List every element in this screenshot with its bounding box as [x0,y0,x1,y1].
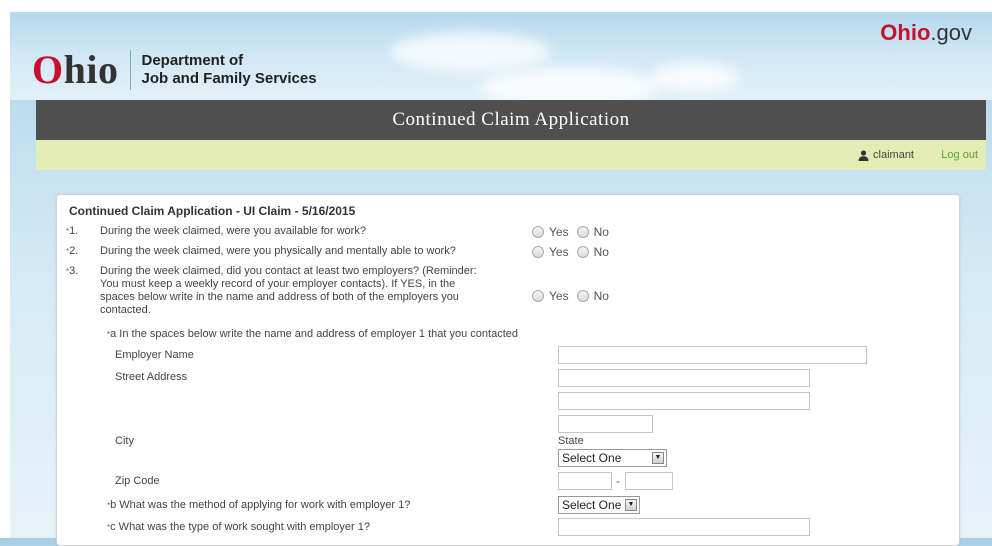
department-name: Department of Job and Family Services [141,52,317,87]
question-1-options: Yes No [532,225,617,239]
current-user: claimant [858,149,914,161]
user-bar: claimant Log out [36,140,986,170]
method-select[interactable]: Select One ▼ [558,496,640,514]
q1-yes-radio[interactable] [532,226,544,238]
zip-separator: - [616,474,620,488]
type-of-work-input[interactable] [558,518,810,536]
q1-no-radio[interactable] [576,226,589,238]
username: claimant [873,149,914,161]
chevron-down-icon: ▼ [625,499,637,511]
cloud-decoration [480,67,660,100]
street-address-line1-input[interactable] [558,369,810,387]
employer-name-label: Employer Name [115,349,194,361]
chevron-down-icon: ▼ [652,452,664,464]
street-address-line3-input[interactable] [558,415,653,433]
q2-no-radio[interactable] [576,246,589,258]
site-header: Ohio Department of Job and Family Servic… [10,12,992,100]
cloud-decoration [390,32,550,72]
zip-extension-input[interactable] [625,472,673,490]
question-3-options: Yes No [532,289,617,303]
q3-yes-radio[interactable] [532,290,544,302]
employer-name-input[interactable] [558,346,867,364]
state-label: State [558,435,584,447]
sub-question-c: *c What was the type of work sought with… [107,521,370,533]
sub-question-b: *b What was the method of applying for w… [107,499,411,511]
question-2: *2. During the week claimed, were you ph… [66,245,456,257]
q2-yes-radio[interactable] [532,246,544,258]
street-address-line2-input[interactable] [558,392,810,410]
q3-no-radio[interactable] [576,290,589,302]
zip-code-input[interactable] [558,472,612,490]
question-1: *1. During the week claimed, were you av… [66,225,366,237]
logo-divider [130,50,132,90]
state-select[interactable]: Select One ▼ [558,449,667,467]
user-icon [858,149,869,161]
street-address-label: Street Address [115,371,188,383]
page-title: Continued Claim Application [36,100,986,140]
claim-form-panel: Continued Claim Application - UI Claim -… [56,194,960,546]
window-frame-top [0,0,992,12]
ohio-gov-logo[interactable]: Ohio.gov [880,20,972,46]
question-2-options: Yes No [532,245,617,259]
question-3: *3. During the week claimed, did you con… [66,265,477,316]
zip-code-label: Zip Code [115,475,160,487]
logout-link[interactable]: Log out [941,149,978,161]
ohio-wordmark: Ohio [32,47,119,92]
form-title: Continued Claim Application - UI Claim -… [69,204,356,218]
window-frame-left [0,0,10,538]
cloud-decoration [650,62,740,92]
ohio-jfs-logo[interactable]: Ohio Department of Job and Family Servic… [32,50,317,90]
sub-question-a: *a In the spaces below write the name an… [107,328,518,340]
city-label: City [115,435,134,447]
